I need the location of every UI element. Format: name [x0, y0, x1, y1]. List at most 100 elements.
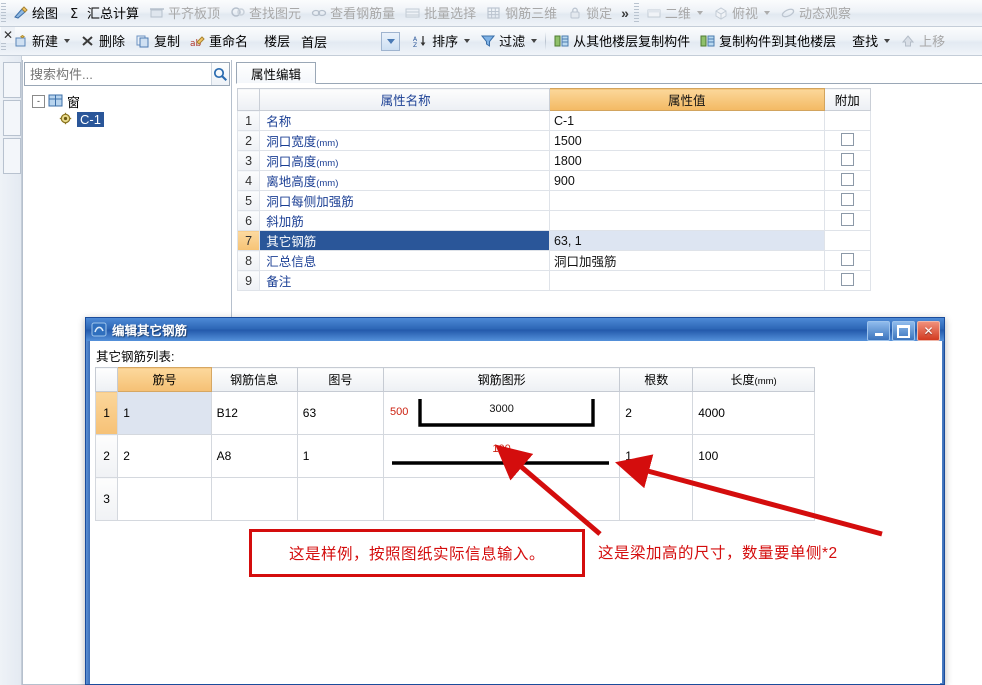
- property-row[interactable]: 6 斜加筋: [236, 210, 872, 231]
- search-icon[interactable]: [211, 63, 229, 85]
- rebar-row-shape[interactable]: 100: [382, 434, 621, 478]
- rebar-header-tuhao[interactable]: 图号: [296, 367, 384, 392]
- rebar-row-num[interactable]: 2: [117, 434, 212, 478]
- property-row-value[interactable]: [548, 210, 825, 231]
- chevron-down-icon-search[interactable]: [884, 39, 891, 43]
- attach-checkbox[interactable]: [840, 133, 854, 146]
- property-row-value[interactable]: 洞口加强筋: [548, 250, 825, 271]
- property-row-attach[interactable]: [823, 190, 872, 211]
- property-row[interactable]: 2 洞口宽度(mm) 1500: [236, 130, 872, 151]
- rebar-row-length[interactable]: 100: [692, 434, 815, 478]
- toolbar-button-two-dimension[interactable]: 二维: [641, 4, 708, 23]
- chevron-down-icon-filter[interactable]: [531, 39, 538, 43]
- toolbar-button-draw[interactable]: 绘图: [8, 4, 63, 23]
- rebar-row-info[interactable]: [210, 477, 298, 521]
- toolbar-button-align-slab-top[interactable]: 平齐板顶: [144, 4, 225, 23]
- rebar-row-tuhao[interactable]: [296, 477, 384, 521]
- move-up-button[interactable]: 上移: [895, 32, 950, 51]
- property-row-attach[interactable]: [823, 250, 872, 271]
- rebar-row-length[interactable]: [692, 477, 815, 521]
- tab-property-editor[interactable]: 属性编辑: [236, 62, 316, 84]
- toolbar-button-find-element[interactable]: 查找图元: [225, 4, 306, 23]
- attach-checkbox[interactable]: [840, 253, 854, 266]
- rebar-header-shape[interactable]: 钢筋图形: [382, 367, 621, 392]
- toolbar-button-lock[interactable]: 锁定: [562, 4, 617, 23]
- close-button[interactable]: ✕: [917, 321, 940, 341]
- toolbar-grip[interactable]: [1, 3, 6, 23]
- rebar-row-count[interactable]: 1: [619, 434, 694, 478]
- rebar-header-count[interactable]: 根数: [619, 367, 694, 392]
- property-row[interactable]: 7 其它钢筋 63, 1: [236, 230, 872, 251]
- toolbar-button-view-rebar-qty[interactable]: 查看钢筋量: [306, 4, 400, 23]
- toolbar-button-rebar-3d[interactable]: 钢筋三维: [481, 4, 562, 23]
- rebar-header-num[interactable]: 筋号: [117, 367, 212, 392]
- floor-select[interactable]: 首层: [295, 31, 401, 51]
- toolbar-button-orbit[interactable]: 动态观察: [775, 4, 856, 23]
- property-row[interactable]: 1 名称 C-1: [236, 110, 872, 131]
- toolbar-button-batch-select[interactable]: 批量选择: [400, 4, 481, 23]
- rebar-header-length[interactable]: 长度(mm): [692, 367, 815, 392]
- property-row-value[interactable]: [548, 190, 825, 211]
- rebar-table-row[interactable]: 3: [94, 477, 815, 521]
- rebar-row-shape[interactable]: 500 3000: [382, 391, 621, 435]
- property-row[interactable]: 4 离地高度(mm) 900: [236, 170, 872, 191]
- dock-stub-2[interactable]: [3, 100, 21, 136]
- tree-node-window[interactable]: - 窗: [24, 92, 230, 110]
- rebar-row-info[interactable]: A8: [210, 434, 298, 478]
- rebar-row-count[interactable]: 2: [619, 391, 694, 435]
- property-row-value[interactable]: 1500: [548, 130, 825, 151]
- rebar-row-count[interactable]: [619, 477, 694, 521]
- toolbar-button-top-view[interactable]: 俯视: [708, 4, 775, 23]
- attach-checkbox[interactable]: [840, 173, 854, 186]
- maximize-button[interactable]: [892, 321, 915, 341]
- rebar-table-row[interactable]: 1 1 B12 63 500 3000 2 4000: [94, 391, 815, 435]
- property-row-attach[interactable]: [823, 210, 872, 231]
- filter-button[interactable]: 过滤: [475, 32, 542, 51]
- property-row-value[interactable]: 1800: [548, 150, 825, 171]
- sort-button[interactable]: AZ 排序: [408, 32, 475, 51]
- property-row-value[interactable]: C-1: [548, 110, 825, 131]
- rebar-row-tuhao[interactable]: 63: [296, 391, 384, 435]
- chevron-down-icon-new[interactable]: [64, 39, 71, 43]
- property-row-value[interactable]: 63, 1: [548, 230, 825, 251]
- property-row[interactable]: 8 汇总信息 洞口加强筋: [236, 250, 872, 271]
- dock-stub-1[interactable]: [3, 62, 21, 98]
- rebar-row-shape[interactable]: [382, 477, 621, 521]
- copy-button[interactable]: 复制: [130, 32, 185, 51]
- floor-select-chevron-down-icon[interactable]: [381, 31, 401, 51]
- tree-expander-icon[interactable]: -: [32, 94, 45, 108]
- search-button[interactable]: 查找: [847, 32, 895, 51]
- copy-from-other-floor-button[interactable]: 从其他楼层复制构件: [549, 32, 695, 51]
- rename-button[interactable]: ab 重命名: [185, 32, 253, 51]
- property-row-attach[interactable]: [823, 130, 872, 151]
- dialog-titlebar[interactable]: 编辑其它钢筋 ✕: [86, 318, 944, 341]
- dock-stub-3[interactable]: [3, 138, 21, 174]
- property-row[interactable]: 9 备注: [236, 270, 872, 291]
- property-row[interactable]: 3 洞口高度(mm) 1800: [236, 150, 872, 171]
- chevron-down-icon-sort[interactable]: [464, 39, 471, 43]
- rebar-row-info[interactable]: B12: [210, 391, 298, 435]
- view-toolbar-grip[interactable]: [633, 3, 639, 23]
- rebar-row-tuhao[interactable]: 1: [296, 434, 384, 478]
- toolbar-overflow-button[interactable]: »: [617, 5, 633, 21]
- property-row-attach[interactable]: [823, 170, 872, 191]
- copy-to-other-floor-button[interactable]: 复制构件到其他楼层: [695, 32, 841, 51]
- attach-checkbox[interactable]: [840, 153, 854, 166]
- attach-checkbox[interactable]: [840, 193, 854, 206]
- rebar-row-length[interactable]: 4000: [692, 391, 815, 435]
- attach-checkbox[interactable]: [840, 273, 854, 286]
- property-row-attach[interactable]: [823, 150, 872, 171]
- chevron-down-icon[interactable]: [696, 11, 703, 15]
- new-button[interactable]: 新建: [8, 32, 75, 51]
- toolbar-button-summary-calc[interactable]: Σ 汇总计算: [63, 4, 144, 23]
- tree-node-c1[interactable]: C-1: [24, 110, 230, 128]
- search-input[interactable]: [25, 66, 211, 82]
- property-row-value[interactable]: [548, 270, 825, 291]
- chevron-down-icon-topview[interactable]: [763, 11, 770, 15]
- property-row-value[interactable]: 900: [548, 170, 825, 191]
- rebar-table-row[interactable]: 2 2 A8 1 100 1 100: [94, 434, 815, 478]
- rebar-row-num[interactable]: [117, 477, 212, 521]
- minimize-button[interactable]: [867, 321, 890, 341]
- delete-button[interactable]: 删除: [75, 32, 130, 51]
- property-row[interactable]: 5 洞口每侧加强筋: [236, 190, 872, 211]
